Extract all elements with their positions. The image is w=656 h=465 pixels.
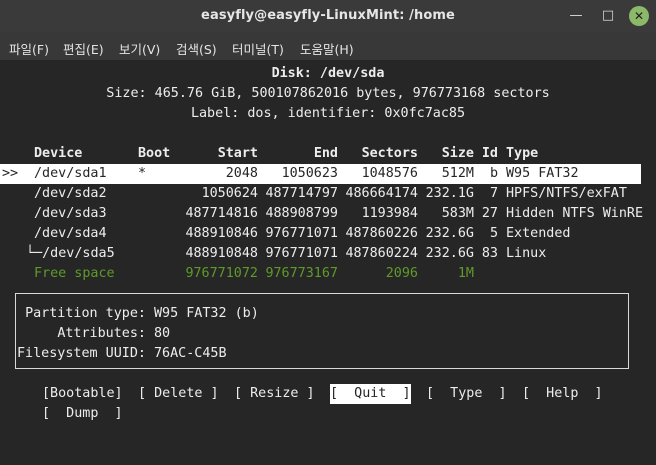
row-end: 976771071 bbox=[265, 226, 338, 241]
row-start: 488910846 bbox=[185, 226, 258, 241]
disk-label: Label: dos, identifier: 0x0fc7ac85 bbox=[190, 106, 466, 121]
row-id: 7 bbox=[489, 186, 498, 201]
info-uuid: Filesystem UUID: 76AC-C45B bbox=[0, 344, 656, 364]
row-device: └─/dev/sda5 bbox=[26, 246, 115, 261]
minimize-icon[interactable]: — bbox=[566, 6, 586, 26]
row-id: 27 bbox=[481, 206, 498, 221]
row-sectors: 1048576 bbox=[361, 166, 418, 181]
row-device: /dev/sda1 bbox=[34, 166, 107, 181]
menu-edit[interactable]: 편집(E) bbox=[63, 39, 104, 58]
column-type: Type bbox=[506, 146, 539, 161]
column-boot: Boot bbox=[138, 146, 171, 161]
row-sectors: 2096 bbox=[385, 266, 418, 281]
partition-type-value: W95 FAT32 (b) bbox=[154, 306, 259, 321]
quit-button[interactable]: [ Quit ] bbox=[330, 384, 411, 404]
row-size: 1M bbox=[457, 266, 474, 281]
column-sectors: Sectors bbox=[361, 146, 418, 161]
row-end: 488908799 bbox=[265, 206, 338, 221]
table-row[interactable]: /dev/sda4 488910846 976771071 487860226 … bbox=[0, 224, 656, 244]
column-id: Id bbox=[481, 146, 498, 161]
table-row[interactable]: /dev/sda2 1050624 487714797 486664174 23… bbox=[0, 184, 656, 204]
row-id: b bbox=[489, 166, 498, 181]
row-device: /dev/sda4 bbox=[34, 226, 107, 241]
close-icon[interactable]: ✕ bbox=[629, 6, 649, 26]
table-row[interactable]: >> /dev/sda1 * 2048 1050623 1048576 512M… bbox=[0, 164, 641, 184]
row-type: Extended bbox=[506, 226, 571, 241]
row-size: 583M bbox=[441, 206, 474, 221]
row-end: 976773167 bbox=[265, 266, 338, 281]
row-type: Linux bbox=[506, 246, 547, 261]
row-sectors: 487860224 bbox=[345, 246, 418, 261]
disk-title: Disk: /dev/sda bbox=[271, 66, 385, 81]
row-type: HPFS/NTFS/exFAT bbox=[506, 186, 627, 201]
window-title: easyfly@easyfly-LinuxMint: /home bbox=[201, 8, 455, 23]
row-size: 232.6G bbox=[425, 246, 474, 261]
resize-button[interactable]: [ Resize ] bbox=[234, 384, 315, 404]
row-start: 976771072 bbox=[185, 266, 258, 281]
row-end: 487714797 bbox=[265, 186, 338, 201]
delete-button[interactable]: [ Delete ] bbox=[138, 384, 219, 404]
menu-bar: 파일(F) 편집(E) 보기(V) 검색(S) 터미널(T) 도움말(H) bbox=[0, 32, 656, 60]
row-size: 232.6G bbox=[425, 226, 474, 241]
row-id: 83 bbox=[481, 246, 498, 261]
disk-size: Size: 465.76 GiB, 500107862016 bytes, 97… bbox=[106, 86, 550, 101]
row-sectors: 487860226 bbox=[345, 226, 418, 241]
row-start: 487714816 bbox=[185, 206, 258, 221]
menu-search[interactable]: 검색(S) bbox=[176, 39, 217, 58]
row-start: 488910848 bbox=[185, 246, 258, 261]
menu-terminal[interactable]: 터미널(T) bbox=[232, 39, 284, 58]
row-device: Free space bbox=[34, 266, 115, 281]
row-sectors: 486664174 bbox=[345, 186, 418, 201]
menu-help[interactable]: 도움말(H) bbox=[300, 39, 354, 58]
table-row[interactable]: Free space 976771072 976773167 2096 1M bbox=[0, 264, 656, 284]
bootable-button[interactable]: [Bootable] bbox=[42, 384, 123, 404]
info-attributes: Attributes: 80 bbox=[0, 324, 656, 344]
uuid-value: 76AC-C45B bbox=[154, 346, 227, 361]
menu-view[interactable]: 보기(V) bbox=[119, 39, 160, 58]
selection-marker: >> bbox=[2, 166, 19, 181]
row-id: 5 bbox=[489, 226, 498, 241]
table-row[interactable]: /dev/sda3 487714816 488908799 1193984 58… bbox=[0, 204, 656, 224]
row-start: 2048 bbox=[225, 166, 258, 181]
row-start: 1050624 bbox=[201, 186, 258, 201]
attributes-value: 80 bbox=[154, 326, 171, 341]
row-device: /dev/sda3 bbox=[34, 206, 107, 221]
table-header: Device Boot Start End Sectors Size Id Ty… bbox=[0, 144, 656, 164]
maximize-icon[interactable]: □ bbox=[598, 6, 618, 26]
row-type: W95 FAT32 bbox=[506, 166, 579, 181]
uuid-label: Filesystem UUID: bbox=[17, 346, 146, 361]
dump-button[interactable]: [ Dump ] bbox=[42, 404, 123, 424]
row-end: 976771071 bbox=[265, 246, 338, 261]
menu-file[interactable]: 파일(F) bbox=[9, 39, 49, 58]
partition-type-label: Partition type: bbox=[25, 306, 146, 321]
row-sectors: 1193984 bbox=[361, 206, 418, 221]
help-button[interactable]: [ Help ] bbox=[522, 384, 603, 404]
row-size: 512M bbox=[441, 166, 474, 181]
table-row[interactable]: └─/dev/sda5 488910848 976771071 48786022… bbox=[0, 244, 656, 264]
attributes-label: Attributes: bbox=[57, 326, 146, 341]
column-end: End bbox=[313, 146, 338, 161]
row-size: 232.1G bbox=[425, 186, 474, 201]
info-partition-type: Partition type: W95 FAT32 (b) bbox=[0, 304, 656, 324]
column-size: Size bbox=[441, 146, 474, 161]
column-device: Device bbox=[34, 146, 83, 161]
terminal-view[interactable]: Disk: /dev/sda Size: 465.76 GiB, 5001078… bbox=[0, 60, 656, 465]
row-end: 1050623 bbox=[281, 166, 338, 181]
title-bar: easyfly@easyfly-LinuxMint: /home — □ ✕ bbox=[0, 0, 656, 32]
type-button[interactable]: [ Type ] bbox=[426, 384, 507, 404]
column-start: Start bbox=[217, 146, 258, 161]
row-device: /dev/sda2 bbox=[34, 186, 107, 201]
row-boot: * bbox=[138, 166, 147, 181]
row-type: Hidden NTFS WinRE bbox=[506, 206, 644, 221]
